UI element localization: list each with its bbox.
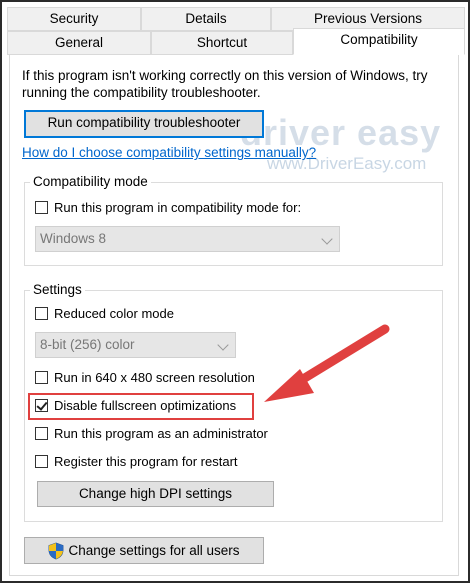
tab-details[interactable]: Details [141, 7, 271, 31]
tab-security[interactable]: Security [7, 7, 141, 31]
tab-details-label: Details [185, 11, 227, 26]
chevron-down-icon [217, 339, 229, 351]
register-restart-row[interactable]: Register this program for restart [35, 454, 238, 469]
change-dpi-button[interactable]: Change high DPI settings [37, 481, 274, 507]
tab-shortcut-label: Shortcut [196, 35, 248, 50]
compat-os-select-value: Windows 8 [40, 231, 107, 246]
reduced-color-label: Reduced color mode [54, 306, 174, 321]
register-restart-label: Register this program for restart [54, 454, 238, 469]
tab-shortcut[interactable]: Shortcut [151, 31, 293, 55]
res-640-row[interactable]: Run in 640 x 480 screen resolution [35, 370, 255, 385]
disable-fullscreen-label: Disable fullscreen optimizations [54, 398, 237, 413]
chevron-down-icon [321, 233, 333, 245]
res-640-checkbox[interactable] [35, 371, 48, 384]
change-all-users-button[interactable]: Change settings for all users [24, 537, 264, 564]
annotation-arrow-icon [264, 324, 390, 402]
tab-security-label: Security [49, 11, 99, 26]
reduced-color-checkbox[interactable] [35, 307, 48, 320]
res-640-label: Run in 640 x 480 screen resolution [54, 370, 255, 385]
run-troubleshooter-button[interactable]: Run compatibility troubleshooter [24, 110, 264, 138]
tab-previous-versions-label: Previous Versions [313, 11, 423, 26]
settings-legend: Settings [30, 282, 85, 297]
disable-fullscreen-row[interactable]: Disable fullscreen optimizations [35, 398, 236, 413]
shield-icon [49, 542, 64, 559]
properties-window: Security Details Previous Versions Gener… [0, 0, 470, 583]
tab-compatibility[interactable]: Compatibility [293, 28, 465, 55]
intro-text-line1: If this program isn't working correctly … [22, 68, 428, 83]
run-admin-label: Run this program as an administrator [54, 426, 268, 441]
manual-settings-link[interactable]: How do I choose compatibility settings m… [22, 145, 316, 160]
color-depth-select-value: 8-bit (256) color [40, 337, 135, 352]
color-depth-select: 8-bit (256) color [35, 332, 236, 358]
reduced-color-row[interactable]: Reduced color mode [35, 306, 174, 321]
compatibility-mode-group [24, 182, 443, 266]
run-admin-checkbox[interactable] [35, 427, 48, 440]
compat-os-select: Windows 8 [35, 226, 340, 252]
tab-compatibility-label: Compatibility [340, 32, 418, 47]
compat-mode-checkbox[interactable] [35, 201, 48, 214]
intro-text-line2: running the compatibility troubleshooter… [22, 85, 261, 100]
change-all-users-label: Change settings for all users [68, 542, 240, 558]
register-restart-checkbox[interactable] [35, 455, 48, 468]
run-admin-row[interactable]: Run this program as an administrator [35, 426, 268, 441]
compatibility-mode-legend: Compatibility mode [30, 174, 151, 189]
compat-mode-label: Run this program in compatibility mode f… [54, 200, 302, 215]
tab-general[interactable]: General [7, 31, 151, 55]
compat-mode-row[interactable]: Run this program in compatibility mode f… [35, 200, 301, 215]
disable-fullscreen-checkbox[interactable] [35, 399, 48, 412]
tab-general-label: General [54, 35, 104, 50]
